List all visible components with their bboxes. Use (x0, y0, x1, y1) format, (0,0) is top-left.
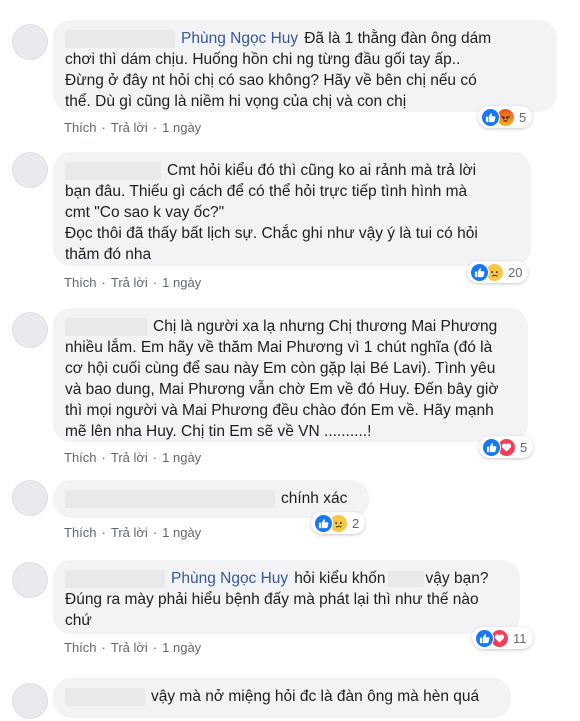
like-link[interactable]: Thích (64, 640, 97, 655)
avatar[interactable] (12, 683, 48, 719)
comment-bubble: vậy mà nở miệng hỏi đc là đàn ông mà hèn… (53, 678, 511, 718)
avatar[interactable] (12, 24, 48, 60)
avatar[interactable] (12, 152, 48, 188)
avatar[interactable] (12, 562, 48, 598)
like-link[interactable]: Thích (64, 275, 97, 290)
timestamp-link[interactable]: 1 ngày (162, 640, 201, 655)
comment-text: thì mọi người và Mai Phương đều chào đón… (65, 402, 494, 419)
reaction-count: 5 (519, 109, 527, 125)
comment-text: cơ hội cuối cùng để sau này Em còn gặp l… (65, 360, 496, 377)
comment-text: Chị là người xa lạ nhưng Chị thương Mai … (153, 318, 498, 335)
like-icon (475, 628, 494, 648)
comment-bubble: Phùng Ngọc Huy Đã là 1 thằng đàn ông dám … (53, 20, 557, 112)
reply-link[interactable]: Trả lời (111, 275, 148, 290)
reaction-count: 11 (513, 630, 527, 646)
comment-line: Phùng Ngọc Huy Đã là 1 thằng đàn ông dám (65, 28, 545, 49)
redacted-name (65, 317, 147, 336)
comment-bubble: Chị là người xa lạ nhưng Chị thương Mai … (53, 308, 528, 442)
timestamp-link[interactable]: 1 ngày (162, 275, 201, 290)
comment-text: Cmt hỏi kiểu đó thì cũng ko ai rảnh mà t… (167, 162, 477, 179)
comment-text: bạn đâu. Thiếu gì cách để có thể hỏi trự… (65, 183, 468, 200)
redacted-name (65, 569, 165, 588)
like-icon (314, 513, 333, 533)
comment-actions: Thích · Trả lời · 1 ngày (64, 450, 202, 465)
like-icon (481, 107, 500, 127)
comment-author-link[interactable]: Phùng Ngọc Huy (181, 30, 298, 47)
reply-link[interactable]: Trả lời (111, 525, 148, 540)
reaction-summary[interactable]: 11 (472, 627, 533, 649)
comment-text: thăm đó nha (65, 246, 152, 263)
redacted-name (65, 687, 145, 706)
redacted-name (65, 29, 175, 48)
comment-line: vậy mà nở miệng hỏi đc là đàn ông mà hèn… (65, 686, 499, 707)
reaction-summary[interactable]: 2 (311, 512, 366, 534)
comment-text: Đúng ra mày phải hiểu bệnh đấy mà phát l… (65, 591, 479, 608)
comment-text: thể. Dù gì cũng là niềm hi vọng của chị … (65, 93, 407, 110)
comment-text: Đọc thôi đã thấy bất lịch sự. Chắc ghi n… (65, 225, 478, 242)
reaction-summary[interactable]: 5 (479, 436, 534, 458)
like-link[interactable]: Thích (64, 450, 97, 465)
avatar[interactable] (12, 312, 48, 348)
redacted-word (387, 570, 424, 587)
like-icon (482, 437, 501, 457)
redacted-name (65, 161, 161, 180)
timestamp-link[interactable]: 1 ngày (162, 450, 201, 465)
reaction-summary[interactable]: 20 (467, 261, 529, 283)
avatar[interactable] (12, 480, 48, 516)
comment-text: vậy bạn? (425, 570, 489, 587)
comment-bubble: Phùng Ngọc Huy hỏi kiểu khốn vậy bạn? Đúng… (53, 560, 520, 634)
comment-text: chính xác (281, 490, 348, 507)
comment-actions: Thích · Trả lời · 1 ngày (64, 640, 202, 655)
comment-text: Đừng ở đây nt hỏi chị có sao không? Hãy … (65, 72, 477, 89)
comment-author-link[interactable]: Phùng Ngọc Huy (171, 570, 288, 587)
comment-text: chứ (65, 612, 92, 629)
like-link[interactable]: Thích (64, 120, 97, 135)
comment-line: chính xác (65, 488, 357, 509)
reaction-count: 2 (352, 515, 360, 531)
comment-text: và bao dung, Mai Phương vẫn chờ Em về đó… (65, 381, 499, 398)
redacted-name (65, 489, 275, 508)
comment-text: hỏi kiểu khốn (294, 570, 386, 587)
comment-actions: Thích · Trả lời · 1 ngày (64, 120, 202, 135)
comment-text: vậy mà nở miệng hỏi đc là đàn ông mà hèn… (151, 688, 480, 705)
reaction-count: 5 (520, 439, 528, 455)
like-link[interactable]: Thích (64, 525, 97, 540)
comment-text: Đã là 1 thằng đàn ông dám (304, 30, 492, 47)
comment-text: nhiều lắm. Em hãy về thăm Mai Phương vì … (65, 339, 493, 356)
reaction-count: 20 (508, 264, 523, 280)
comment-text: cmt "Co sao k vay ốc?" (65, 204, 225, 221)
comment-line: Chị là người xa lạ nhưng Chị thương Mai … (65, 316, 516, 337)
timestamp-link[interactable]: 1 ngày (162, 525, 201, 540)
comment-bubble: Cmt hỏi kiểu đó thì cũng ko ai rảnh mà t… (53, 152, 531, 266)
comment-actions: Thích · Trả lời · 1 ngày (64, 275, 202, 290)
reply-link[interactable]: Trả lời (111, 640, 148, 655)
timestamp-link[interactable]: 1 ngày (162, 120, 201, 135)
comment-text: chơi thì dám chịu. Huống hồn chi ng từng… (65, 51, 461, 68)
comment-line: Phùng Ngọc Huy hỏi kiểu khốn vậy bạn? (65, 568, 508, 589)
comment-actions: Thích · Trả lời · 1 ngày (64, 525, 202, 540)
comment-line: Cmt hỏi kiểu đó thì cũng ko ai rảnh mà t… (65, 160, 519, 181)
comment-text: mẽ lên nha Huy. Chị tin Em sẽ về VN ....… (65, 423, 372, 440)
reaction-summary[interactable]: 5 (478, 106, 533, 128)
reply-link[interactable]: Trả lời (111, 450, 148, 465)
reply-link[interactable]: Trả lời (111, 120, 148, 135)
like-icon (470, 262, 489, 282)
